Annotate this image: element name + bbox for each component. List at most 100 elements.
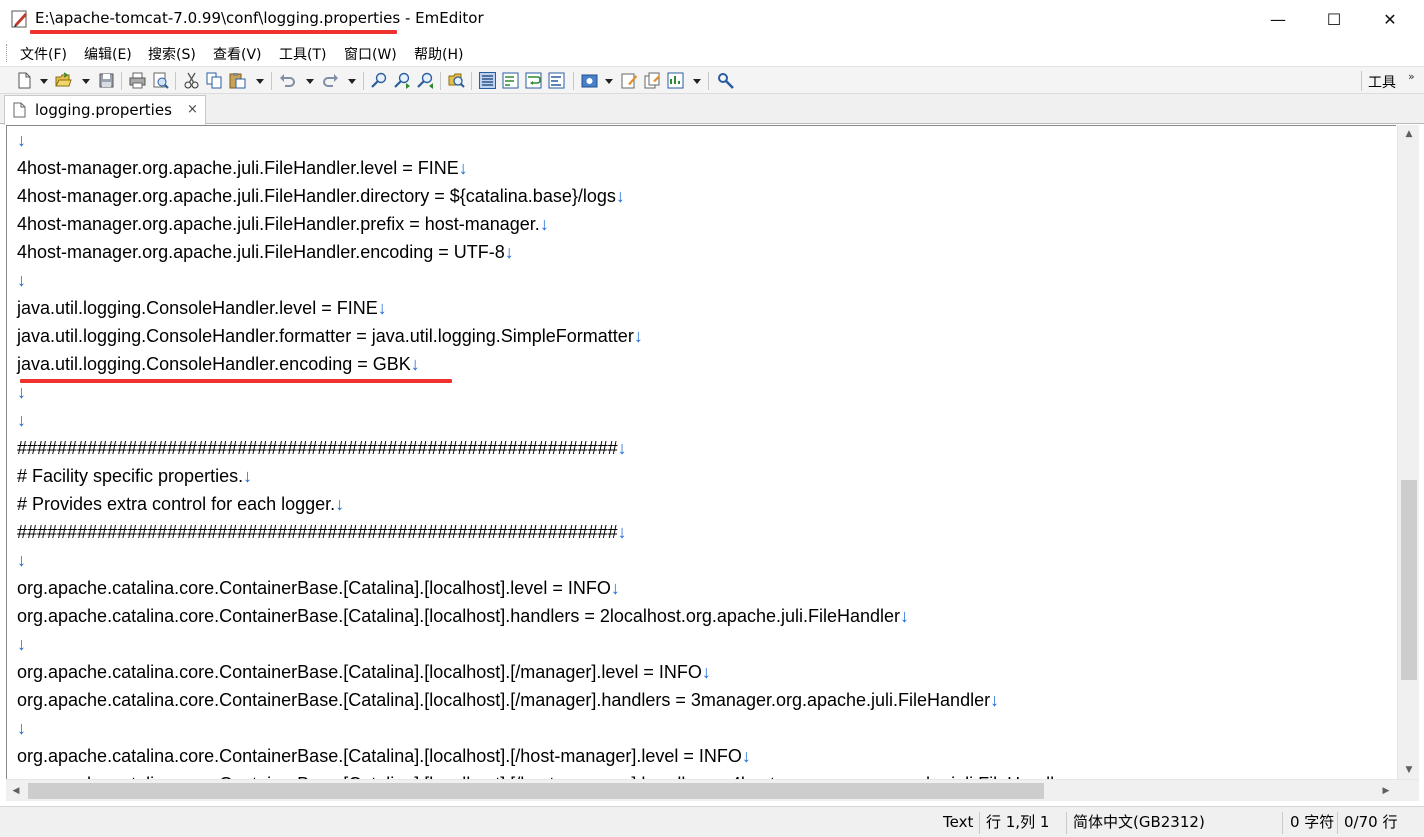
toolbar-overflow-icon[interactable]: » — [1408, 70, 1415, 83]
vertical-scrollbar[interactable]: ▲ ▼ — [1397, 125, 1419, 779]
scroll-right-icon[interactable]: ▶ — [1376, 780, 1396, 802]
menu-search[interactable]: 搜索(S) — [148, 44, 196, 64]
editor-line[interactable]: org.apache.catalina.core.ContainerBase.[… — [17, 658, 711, 686]
find-next-icon[interactable] — [394, 72, 411, 89]
plugins-icon[interactable] — [644, 72, 661, 89]
wrap-by-page-icon[interactable] — [548, 72, 565, 89]
macro-icon[interactable] — [717, 72, 734, 89]
minimize-button[interactable]: — — [1250, 0, 1306, 38]
status-divider — [1066, 812, 1067, 834]
editor-line[interactable]: org.apache.catalina.core.ContainerBase.[… — [17, 686, 999, 714]
paste-dropdown[interactable] — [256, 79, 264, 84]
status-divider — [1337, 812, 1338, 834]
tools-toolbar-grip[interactable] — [1361, 71, 1362, 91]
editor-line[interactable]: org.apache.catalina.core.ContainerBase.[… — [17, 602, 909, 630]
open-file-icon[interactable] — [55, 72, 72, 89]
scroll-up-icon[interactable]: ▲ — [1398, 125, 1420, 143]
redo-dropdown[interactable] — [348, 79, 356, 84]
editor-line[interactable]: ↓ — [17, 378, 26, 406]
wrap-by-window-icon[interactable] — [525, 72, 542, 89]
editor-line[interactable]: java.util.logging.ConsoleHandler.formatt… — [17, 322, 643, 350]
menu-edit[interactable]: 编辑(E) — [84, 44, 132, 64]
menu-file[interactable]: 文件(F) — [20, 44, 67, 64]
vertical-scroll-thumb[interactable] — [1401, 480, 1417, 680]
line-text: 4host-manager.org.apache.juli.FileHandle… — [17, 214, 540, 234]
editor-line[interactable]: # Facility specific properties.↓ — [17, 462, 252, 490]
find-icon[interactable] — [371, 72, 388, 89]
open-file-dropdown[interactable] — [82, 79, 90, 84]
menu-view[interactable]: 查看(V) — [213, 44, 262, 64]
editor-line[interactable]: org.apache.catalina.core.ContainerBase.[… — [17, 742, 751, 770]
undo-icon[interactable] — [279, 72, 296, 89]
editor-line[interactable]: 4host-manager.org.apache.juli.FileHandle… — [17, 238, 514, 266]
editor-line[interactable]: ↓ — [17, 406, 26, 434]
editor-line[interactable]: java.util.logging.ConsoleHandler.level =… — [17, 294, 387, 322]
editor-line[interactable]: ↓ — [17, 714, 26, 742]
status-mode[interactable]: Text — [943, 807, 973, 837]
scroll-down-icon[interactable]: ▼ — [1398, 761, 1420, 779]
configuration-icon[interactable] — [581, 72, 598, 89]
line-text: java.util.logging.ConsoleHandler.encodin… — [17, 354, 411, 374]
line-break-marker-icon: ↓ — [17, 634, 26, 654]
wrap-by-chars-icon[interactable] — [502, 72, 519, 89]
new-file-icon[interactable] — [16, 72, 33, 89]
scroll-left-icon[interactable]: ◀ — [6, 780, 26, 802]
new-file-dropdown[interactable] — [40, 79, 48, 84]
tools-toolbar-label[interactable]: 工具 — [1368, 72, 1396, 92]
line-break-marker-icon: ↓ — [17, 410, 26, 430]
editor-line[interactable]: ↓ — [17, 266, 26, 294]
editor-line[interactable]: ↓ — [17, 126, 26, 154]
toolbar-separator — [363, 72, 364, 90]
word-count-icon[interactable] — [667, 72, 684, 89]
customize-icon[interactable] — [621, 72, 638, 89]
menu-help[interactable]: 帮助(H) — [414, 44, 463, 64]
line-break-marker-icon: ↓ — [377, 298, 387, 318]
find-previous-icon[interactable] — [417, 72, 434, 89]
editor-line[interactable]: 4host-manager.org.apache.juli.FileHandle… — [17, 154, 468, 182]
horizontal-scrollbar[interactable]: ◀ ▶ — [6, 779, 1419, 801]
save-icon[interactable] — [98, 72, 115, 89]
editor-line[interactable]: 4host-manager.org.apache.juli.FileHandle… — [17, 210, 549, 238]
editor-line[interactable]: ########################################… — [17, 518, 627, 546]
status-line-count: 0/70 行 — [1344, 813, 1398, 831]
maximize-button[interactable]: ☐ — [1306, 0, 1362, 38]
menu-tools[interactable]: 工具(T) — [279, 44, 326, 64]
copy-icon[interactable] — [206, 72, 223, 89]
editor-line[interactable]: org.apache.catalina.core.ContainerBase.[… — [17, 770, 1079, 779]
cut-icon[interactable] — [183, 72, 200, 89]
undo-dropdown[interactable] — [306, 79, 314, 84]
print-preview-icon[interactable] — [152, 72, 169, 89]
line-text: org.apache.catalina.core.ContainerBase.[… — [17, 690, 991, 710]
title-bar: E:\apache-tomcat-7.0.99\conf\logging.pro… — [0, 0, 1424, 38]
editor-line[interactable]: org.apache.catalina.core.ContainerBase.[… — [17, 574, 620, 602]
editor-line[interactable]: 4host-manager.org.apache.juli.FileHandle… — [17, 182, 625, 210]
tab-close-icon[interactable]: × — [187, 102, 198, 117]
redo-icon[interactable] — [322, 72, 339, 89]
horizontal-scroll-thumb[interactable] — [28, 783, 1044, 799]
text-editor[interactable]: ↓ 4host-manager.org.apache.juli.FileHandl… — [6, 125, 1396, 779]
editor-line[interactable]: java.util.logging.ConsoleHandler.encodin… — [17, 350, 420, 378]
tab-logging-properties[interactable]: logging.properties × — [4, 95, 206, 125]
editor-line[interactable]: ↓ — [17, 546, 26, 574]
editor-line[interactable]: ########################################… — [17, 434, 627, 462]
line-text: 4host-manager.org.apache.juli.FileHandle… — [17, 158, 459, 178]
line-break-marker-icon: ↓ — [410, 354, 420, 374]
word-count-dropdown[interactable] — [693, 79, 701, 84]
menubar-grip[interactable] — [6, 44, 9, 62]
status-encoding[interactable]: 简体中文(GB2312) — [1073, 807, 1205, 837]
line-break-marker-icon: ↓ — [741, 746, 751, 766]
status-cursor-position[interactable]: 行 1,列 1 — [986, 807, 1049, 837]
toolbar-separator — [271, 72, 272, 90]
print-icon[interactable] — [129, 72, 146, 89]
editor-line[interactable]: # Provides extra control for each logger… — [17, 490, 344, 518]
find-in-files-icon[interactable] — [448, 72, 465, 89]
paste-icon[interactable] — [229, 72, 246, 89]
wrap-none-icon[interactable] — [479, 72, 496, 89]
close-window-button[interactable]: ✕ — [1362, 0, 1418, 38]
status-char-count: 0 字符 — [1290, 813, 1335, 831]
menu-window[interactable]: 窗口(W) — [344, 44, 397, 64]
encoding-line-highlight-underline — [20, 379, 452, 383]
configuration-dropdown[interactable] — [605, 79, 613, 84]
editor-line[interactable]: ↓ — [17, 630, 26, 658]
toolbar: 工具 » — [0, 66, 1424, 94]
